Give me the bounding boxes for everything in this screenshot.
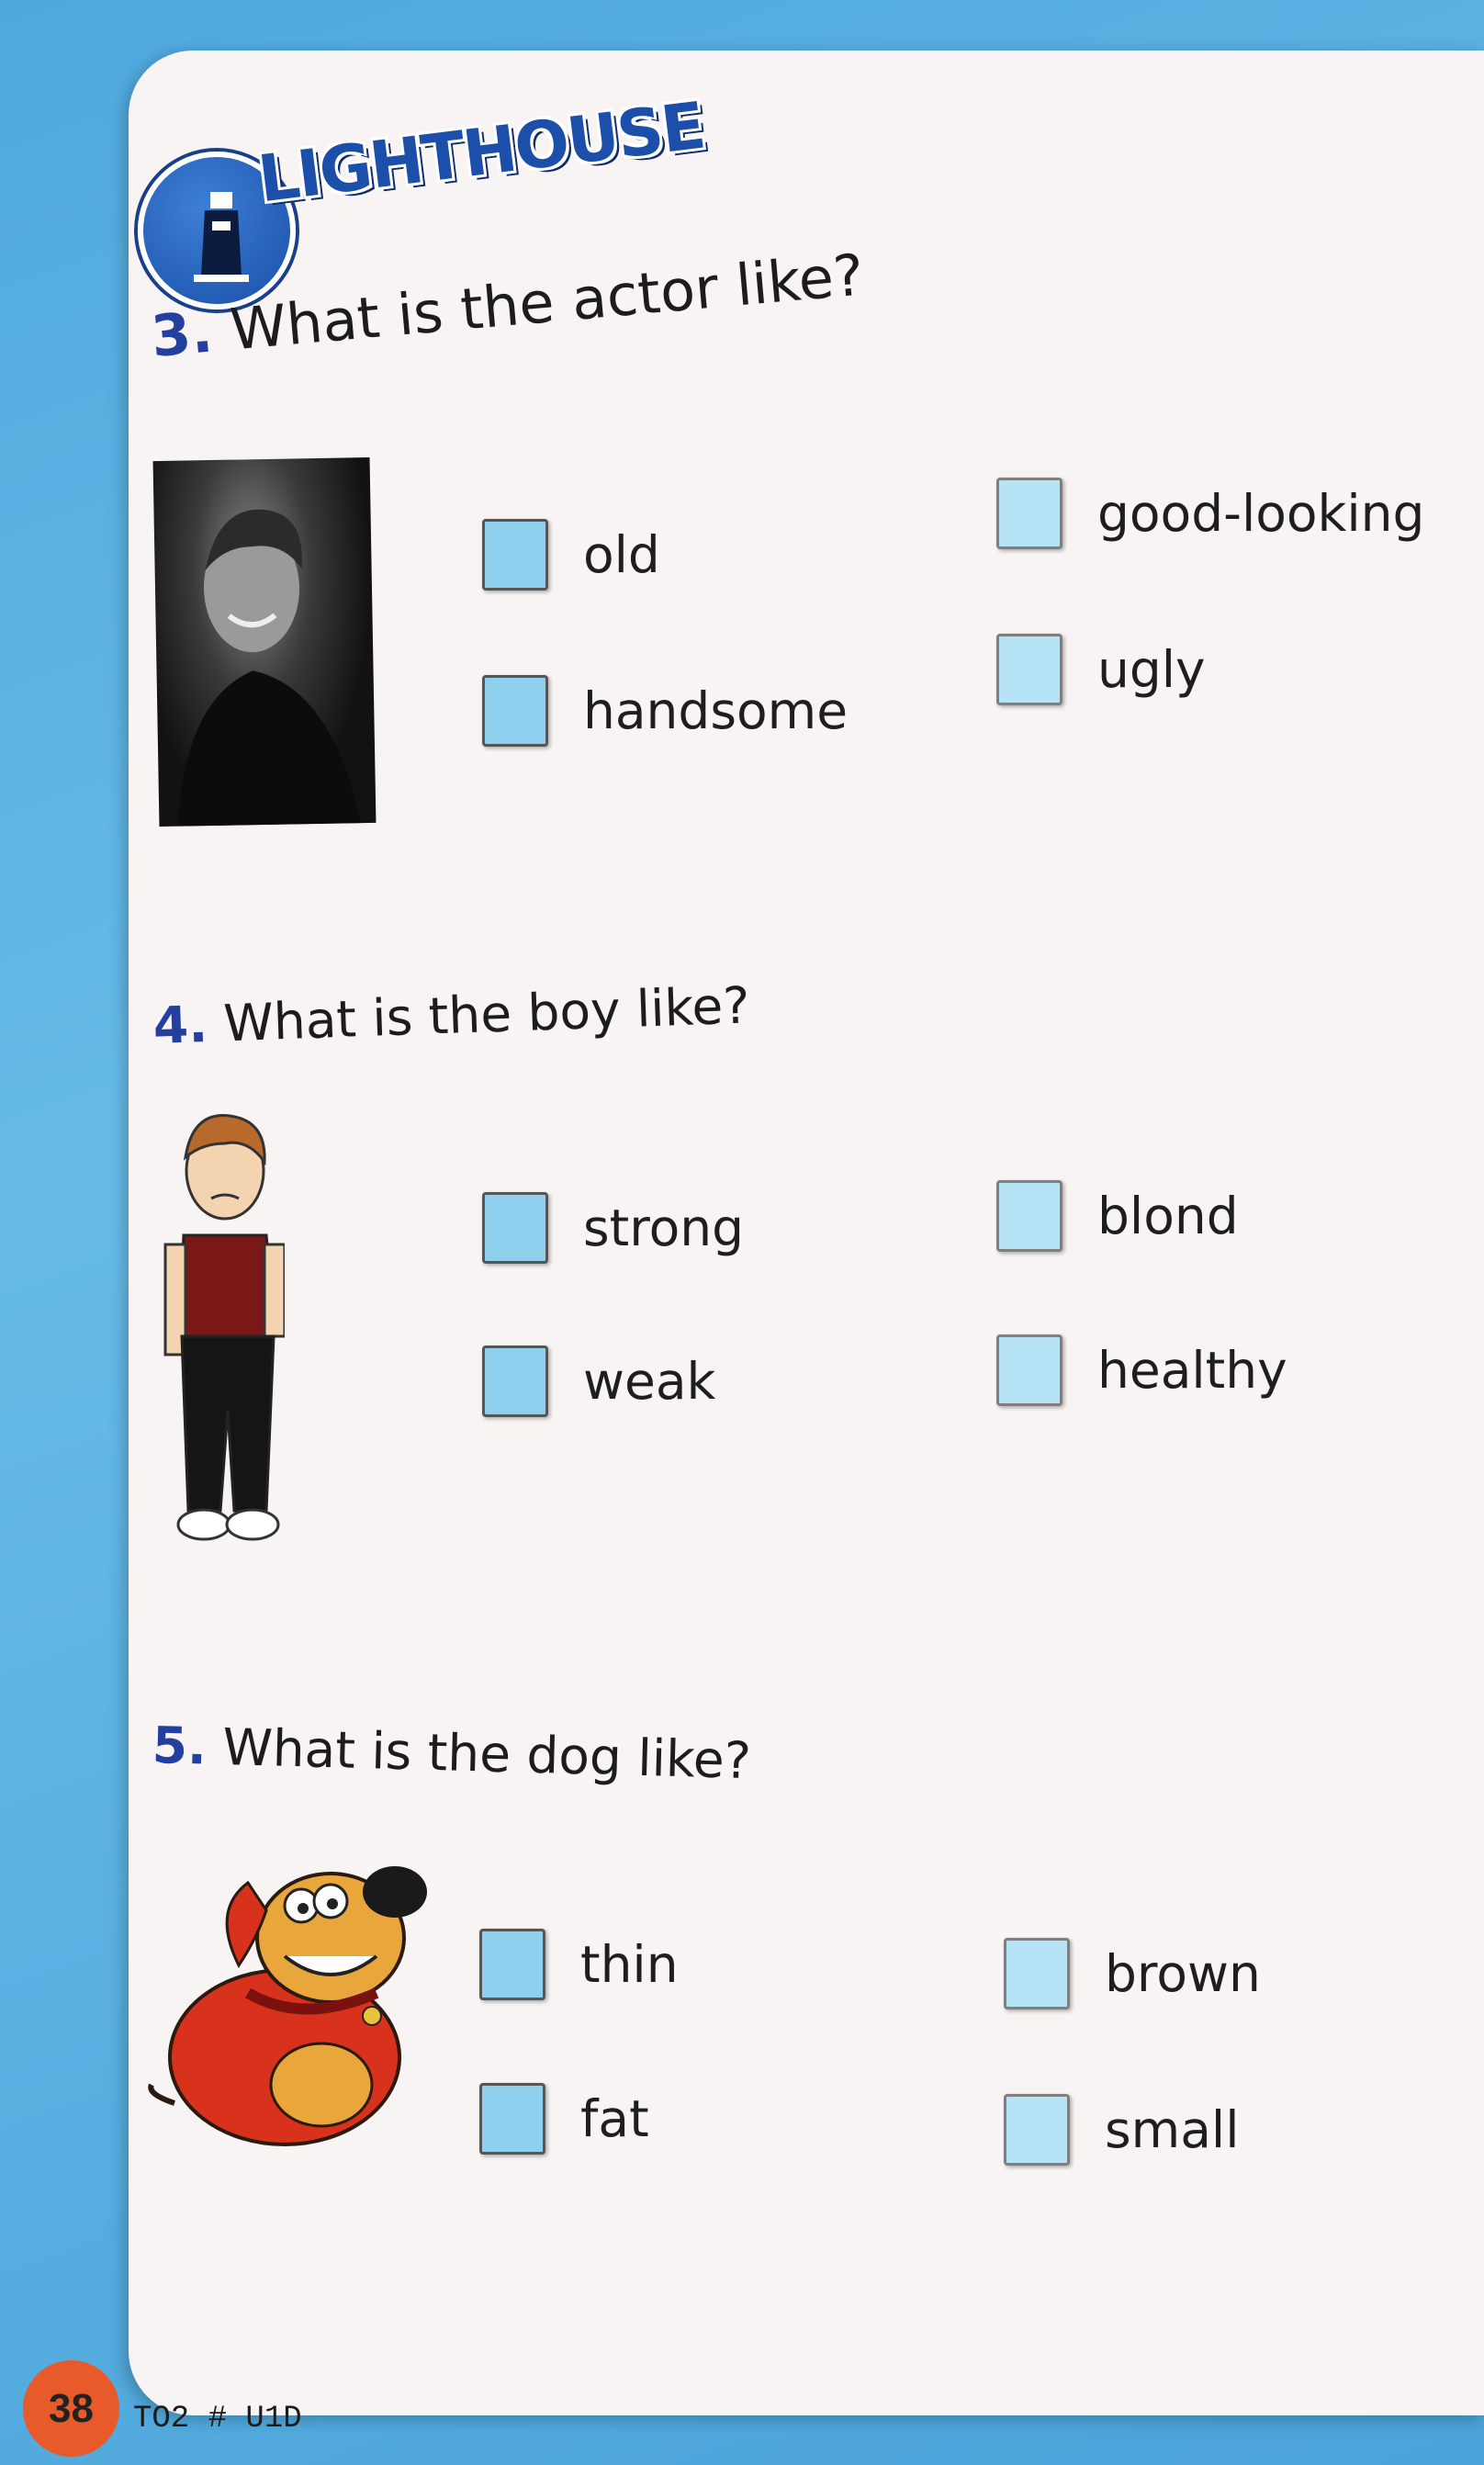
option-label: brown — [1105, 1944, 1261, 2003]
option-label: blond — [1097, 1187, 1239, 1245]
option-good-looking[interactable]: good-looking — [996, 478, 1424, 549]
option-label: healthy — [1097, 1341, 1287, 1400]
option-label: old — [583, 525, 660, 584]
option-weak[interactable]: weak — [482, 1345, 715, 1417]
question-number: 5. — [152, 1716, 208, 1776]
option-handsome[interactable]: handsome — [482, 675, 848, 747]
option-old[interactable]: old — [482, 519, 660, 591]
option-label: small — [1105, 2100, 1240, 2159]
option-label: ugly — [1097, 640, 1206, 699]
actor-photo — [152, 456, 377, 827]
option-fat[interactable]: fat — [479, 2083, 649, 2155]
checkbox[interactable] — [482, 675, 548, 747]
checkbox[interactable] — [479, 1929, 545, 2000]
option-label: handsome — [583, 681, 849, 740]
question-number: 4. — [152, 994, 209, 1055]
checkbox[interactable] — [996, 478, 1062, 549]
checkbox[interactable] — [996, 1180, 1062, 1252]
checkbox[interactable] — [482, 1345, 548, 1417]
option-label: thin — [580, 1935, 679, 1994]
option-label: good-looking — [1097, 484, 1425, 543]
dog-illustration — [148, 1866, 427, 2146]
option-strong[interactable]: strong — [482, 1192, 744, 1264]
checkbox[interactable] — [479, 2083, 545, 2155]
page-number: 38 — [23, 2360, 119, 2457]
lighthouse-icon — [194, 192, 249, 282]
actor-portrait-image — [177, 509, 362, 827]
option-label: fat — [580, 2089, 649, 2148]
checkbox[interactable] — [996, 634, 1062, 705]
option-blond[interactable]: blond — [996, 1180, 1239, 1252]
checkbox[interactable] — [996, 1334, 1062, 1406]
page-code: TO2 # U1D — [133, 2402, 302, 2437]
boy-illustration — [163, 1114, 285, 1541]
option-healthy[interactable]: healthy — [996, 1334, 1287, 1406]
option-brown[interactable]: brown — [1004, 1938, 1261, 2009]
option-label: weak — [583, 1352, 716, 1411]
checkbox[interactable] — [482, 519, 548, 591]
question-number: 3. — [148, 298, 216, 370]
option-thin[interactable]: thin — [479, 1929, 679, 2000]
option-label: strong — [583, 1199, 745, 1257]
checkbox[interactable] — [482, 1192, 548, 1264]
checkbox[interactable] — [1004, 2094, 1070, 2166]
option-small[interactable]: small — [1004, 2094, 1240, 2166]
option-ugly[interactable]: ugly — [996, 634, 1206, 705]
checkbox[interactable] — [1004, 1938, 1070, 2009]
